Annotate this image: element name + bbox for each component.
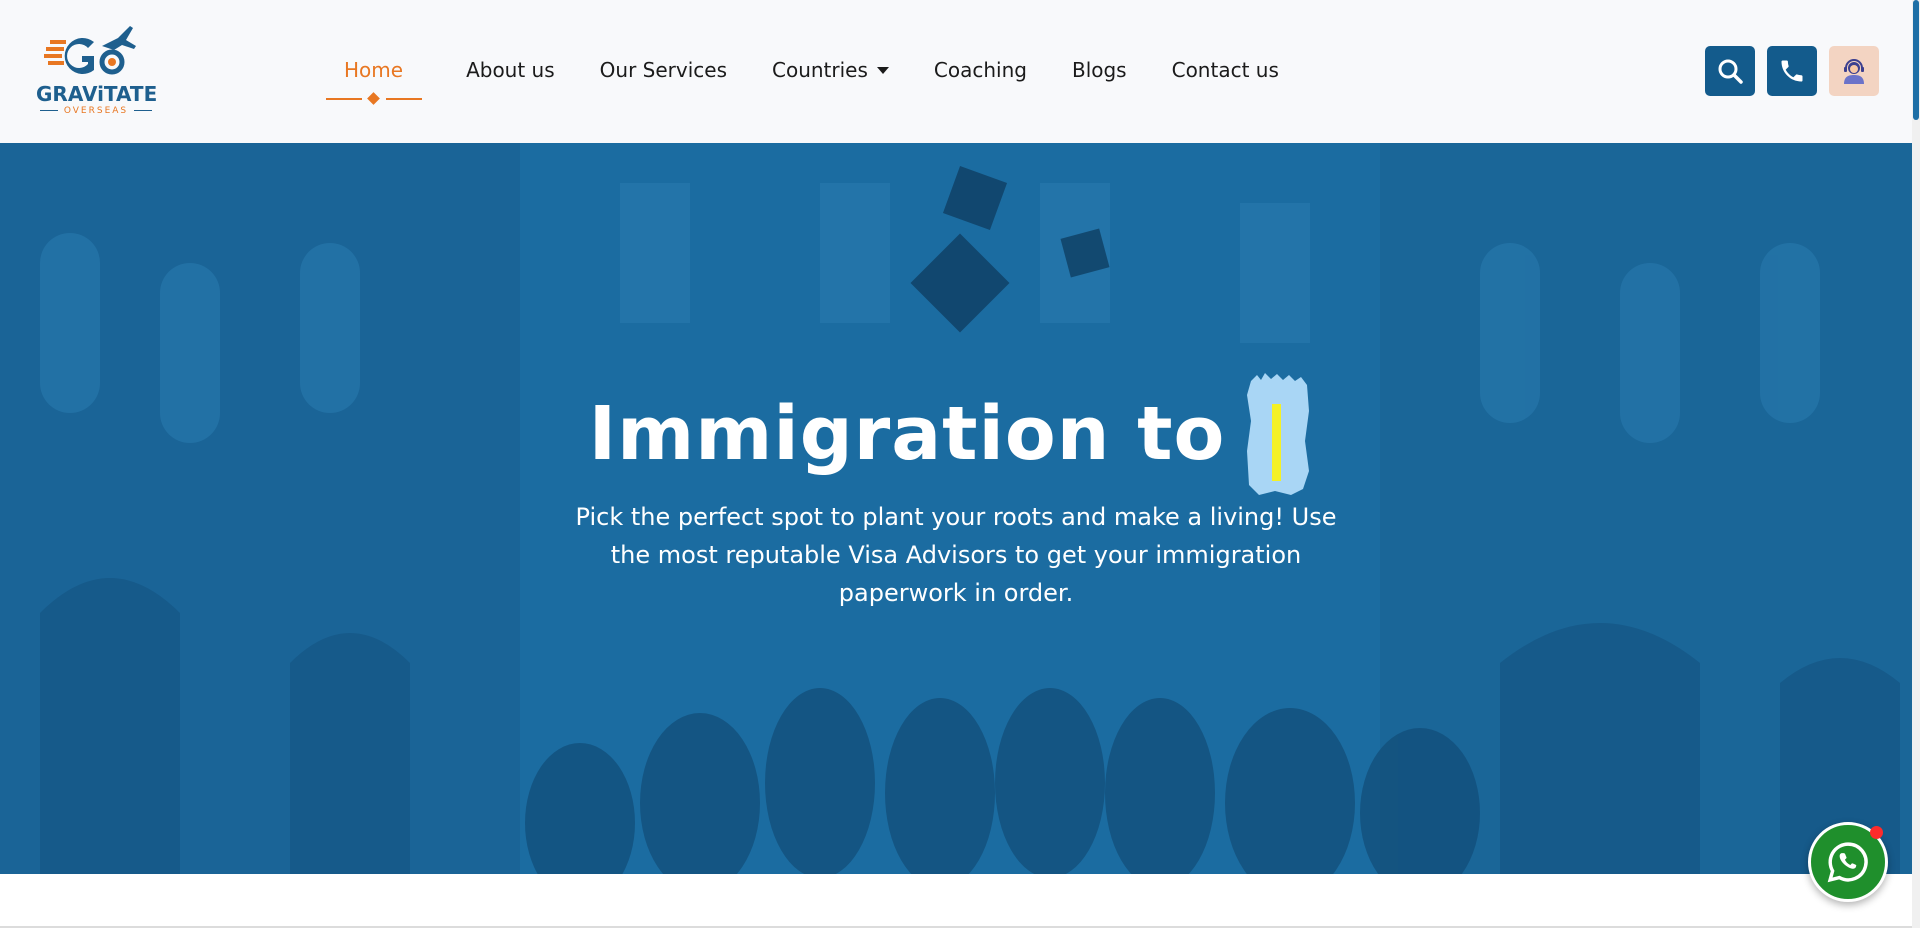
page-scrollbar-thumb[interactable] xyxy=(1913,0,1919,120)
nav-item-about[interactable]: About us xyxy=(466,58,555,82)
nav-item-coaching[interactable]: Coaching xyxy=(934,58,1027,82)
nav-item-contact[interactable]: Contact us xyxy=(1172,58,1279,82)
notification-badge xyxy=(1870,826,1883,839)
page-section-start xyxy=(0,874,1912,928)
caret-down-icon xyxy=(876,66,889,74)
hero-title-text: Immigration to xyxy=(588,391,1226,477)
support-agent-button[interactable] xyxy=(1829,46,1879,96)
search-icon xyxy=(1718,59,1743,84)
logo-brand-name: GRAViTATE xyxy=(36,82,158,106)
support-agent-icon xyxy=(1844,59,1864,84)
phone-button[interactable] xyxy=(1767,46,1817,96)
nav-item-label: Countries xyxy=(772,58,868,82)
search-button[interactable] xyxy=(1705,46,1755,96)
main-nav: Home About us Our Services Countries Coa… xyxy=(326,54,1324,86)
nav-item-label: Our Services xyxy=(599,58,727,82)
logo-divider xyxy=(134,110,152,111)
nav-item-countries[interactable]: Countries xyxy=(772,58,889,82)
nav-item-home[interactable]: Home xyxy=(326,58,421,82)
nav-item-blogs[interactable]: Blogs xyxy=(1072,58,1127,82)
nav-item-services[interactable]: Our Services xyxy=(600,58,727,82)
nav-item-label: Contact us xyxy=(1171,58,1279,82)
page-scrollbar-track[interactable] xyxy=(1912,0,1920,928)
nav-item-label: Home xyxy=(344,58,404,82)
nav-item-label: Blogs xyxy=(1071,58,1127,82)
typing-cursor xyxy=(1245,371,1311,497)
hero-title: Immigration to xyxy=(0,371,1900,497)
logo[interactable]: GRAViTATE OVERSEAS xyxy=(36,24,158,120)
whatsapp-icon xyxy=(1827,842,1868,883)
active-nav-indicator xyxy=(326,92,422,105)
nav-item-label: About us xyxy=(466,58,555,82)
site-header: GRAViTATE OVERSEAS Home About us Our Ser… xyxy=(0,0,1912,143)
hero-description: Pick the perfect spot to plant your root… xyxy=(575,503,1337,607)
hero-section: Immigration to Pick the perfect spot to … xyxy=(0,143,1912,874)
nav-item-label: Coaching xyxy=(933,58,1027,82)
phone-icon xyxy=(1781,60,1803,82)
logo-mark-icon xyxy=(44,26,136,75)
logo-tagline: OVERSEAS xyxy=(63,106,129,116)
